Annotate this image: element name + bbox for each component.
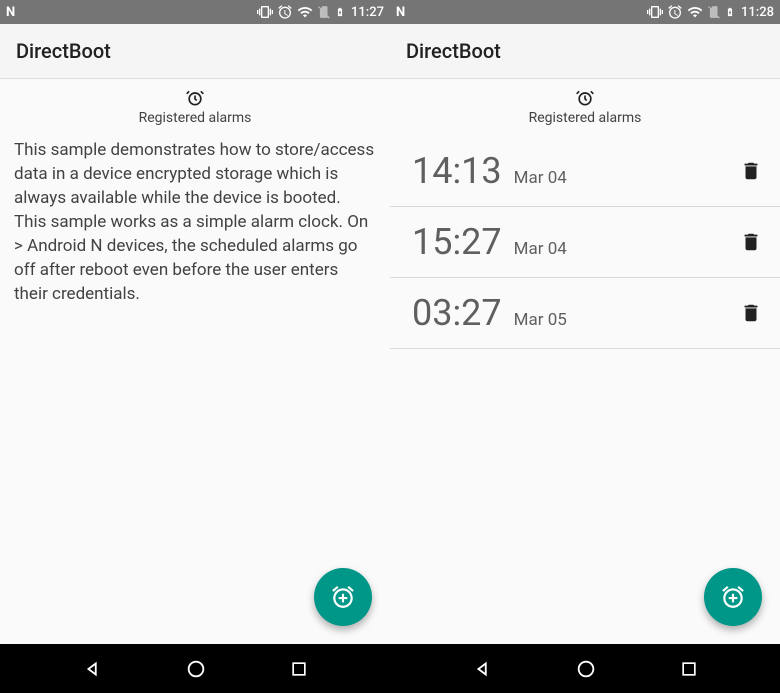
phone-right: N 11:28 DirectBoot Registered alarms 14:… [390,0,780,644]
alarm-date: Mar 05 [514,310,567,330]
vibrate-icon [257,4,273,20]
recents-button[interactable] [289,659,309,679]
alarm-row[interactable]: 03:27 Mar 05 [390,278,780,349]
delete-alarm-button[interactable] [740,160,762,182]
recents-icon [289,659,309,679]
alarm-icon [185,88,205,108]
battery-charging-icon [335,4,345,20]
section-title: Registered alarms [390,110,780,126]
battery-charging-icon [725,4,735,20]
add-alarm-fab[interactable] [704,568,762,626]
add-alarm-icon [330,584,356,610]
status-bar: N 11:27 [0,0,390,24]
home-icon [575,658,597,680]
app-bar: DirectBoot [390,24,780,79]
trash-icon [740,302,762,324]
back-icon [472,658,494,680]
home-button[interactable] [185,658,207,680]
content-area: Registered alarms This sample demonstrat… [0,79,390,644]
no-sim-icon [707,5,721,19]
home-button[interactable] [575,658,597,680]
alarm-status-icon [277,4,293,20]
no-sim-icon [317,5,331,19]
section-title: Registered alarms [0,110,390,126]
alarm-status-icon [667,4,683,20]
alarm-icon [575,88,595,108]
wifi-icon [687,4,703,20]
section-header: Registered alarms [0,79,390,126]
back-button[interactable] [472,658,494,680]
trash-icon [740,160,762,182]
app-title: DirectBoot [16,39,111,63]
recents-icon [679,659,699,679]
back-icon [82,658,104,680]
recents-button[interactable] [679,659,699,679]
alarm-time: 03:27 [412,292,502,334]
alarm-date: Mar 04 [514,239,567,259]
phone-left: N 11:27 DirectBoot Registered alarms Thi… [0,0,390,644]
status-clock: 11:27 [351,5,384,20]
wifi-icon [297,4,313,20]
content-area: Registered alarms 14:13 Mar 04 15:27 Mar… [390,79,780,644]
alarm-row[interactable]: 14:13 Mar 04 [390,136,780,207]
alarm-time: 15:27 [412,221,502,263]
status-bar: N 11:28 [390,0,780,24]
alarm-list: 14:13 Mar 04 15:27 Mar 04 03:27 [390,136,780,349]
alarm-row[interactable]: 15:27 Mar 04 [390,207,780,278]
vibrate-icon [647,4,663,20]
home-icon [185,658,207,680]
navigation-bar [0,644,780,693]
add-alarm-fab[interactable] [314,568,372,626]
trash-icon [740,231,762,253]
alarm-time: 14:13 [412,150,502,192]
status-clock: 11:28 [741,5,774,20]
add-alarm-icon [720,584,746,610]
delete-alarm-button[interactable] [740,302,762,324]
android-n-icon: N [6,5,15,20]
app-title: DirectBoot [406,39,501,63]
back-button[interactable] [82,658,104,680]
section-header: Registered alarms [390,79,780,126]
android-n-icon: N [396,5,405,20]
alarm-date: Mar 04 [514,168,567,188]
delete-alarm-button[interactable] [740,231,762,253]
description-text: This sample demonstrates how to store/ac… [0,126,390,306]
app-bar: DirectBoot [0,24,390,79]
